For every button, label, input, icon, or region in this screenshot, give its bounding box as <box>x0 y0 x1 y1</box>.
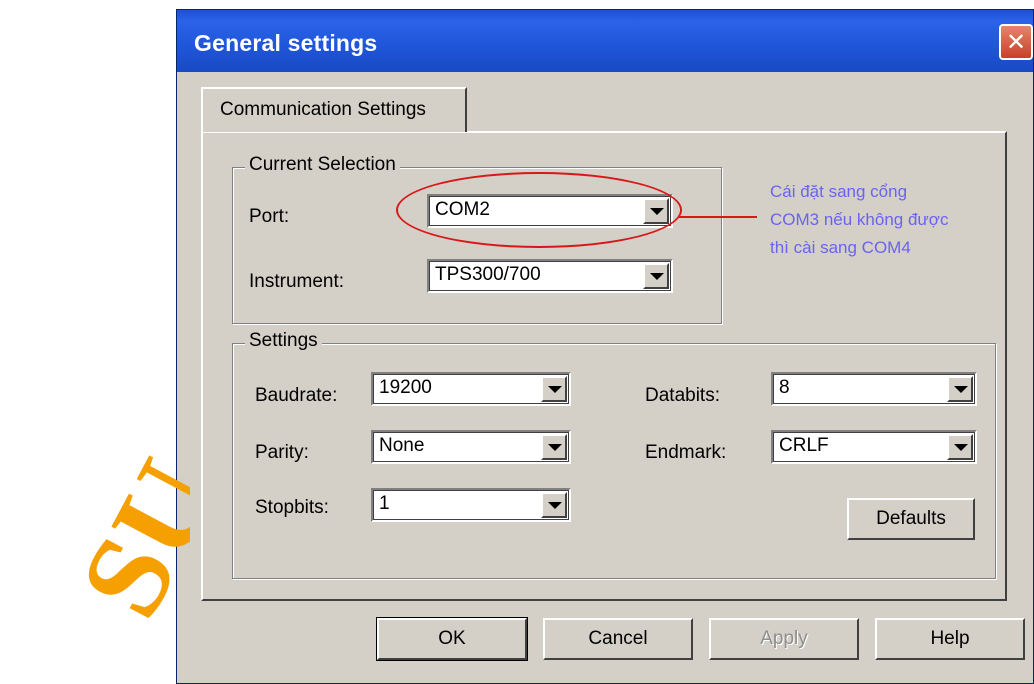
parity-label: Parity: <box>255 442 309 463</box>
databits-dropdown-button[interactable] <box>947 376 973 402</box>
endmark-select[interactable]: CRLF <box>771 430 977 464</box>
databits-select-value: 8 <box>779 377 790 398</box>
baudrate-label: Baudrate: <box>255 385 338 406</box>
port-highlight-ellipse <box>396 172 682 248</box>
annotation-line-1: Cái đặt sang cổng <box>770 182 908 201</box>
endmark-dropdown-button[interactable] <box>947 434 973 460</box>
chevron-down-icon <box>548 502 562 509</box>
watermark-text: SU <box>54 439 190 637</box>
settings-legend: Settings <box>245 330 322 352</box>
endmark-label: Endmark: <box>645 442 727 463</box>
port-label: Port: <box>249 206 290 227</box>
apply-button[interactable]: Apply <box>709 618 859 660</box>
parity-select-value: None <box>379 435 425 456</box>
chevron-down-icon <box>548 386 562 393</box>
chevron-down-icon <box>954 386 968 393</box>
chevron-down-icon <box>954 444 968 451</box>
parity-select[interactable]: None <box>371 430 571 464</box>
stopbits-select-value: 1 <box>379 493 390 514</box>
annotation-line-2: COM3 nếu không được <box>770 210 949 229</box>
stopbits-select[interactable]: 1 <box>371 488 571 522</box>
current-selection-legend: Current Selection <box>245 154 400 176</box>
parity-dropdown-button[interactable] <box>541 434 567 460</box>
close-icon: ✕ <box>1005 28 1027 56</box>
baudrate-select[interactable]: 19200 <box>371 372 571 406</box>
title-bar[interactable]: General settings ✕ <box>177 10 1033 72</box>
baudrate-select-value: 19200 <box>379 377 432 398</box>
annotation-line-3: thì cài sang COM4 <box>770 238 911 257</box>
chevron-down-icon <box>650 273 664 280</box>
instrument-select-value: TPS300/700 <box>435 264 541 285</box>
databits-label: Databits: <box>645 385 720 406</box>
chevron-down-icon <box>548 444 562 451</box>
instrument-dropdown-button[interactable] <box>643 263 669 289</box>
defaults-button[interactable]: Defaults <box>847 498 975 540</box>
window-title: General settings <box>194 30 378 56</box>
endmark-select-value: CRLF <box>779 435 829 456</box>
cancel-button[interactable]: Cancel <box>543 618 693 660</box>
callout-line <box>679 216 757 218</box>
close-button[interactable]: ✕ <box>999 24 1033 60</box>
instrument-label: Instrument: <box>249 271 345 292</box>
tab-label: Communication Settings <box>220 99 426 120</box>
stopbits-label: Stopbits: <box>255 497 329 518</box>
general-settings-dialog: General settings ✕ Communication Setting… <box>176 9 1034 684</box>
instrument-select[interactable]: TPS300/700 <box>427 259 673 293</box>
annotation-note: Cái đặt sang cổng COM3 nếu không được th… <box>770 178 1030 262</box>
stopbits-dropdown-button[interactable] <box>541 492 567 518</box>
ok-button[interactable]: OK <box>376 617 528 661</box>
baudrate-dropdown-button[interactable] <box>541 376 567 402</box>
watermark-logo: SU <box>54 439 190 637</box>
databits-select[interactable]: 8 <box>771 372 977 406</box>
help-button[interactable]: Help <box>875 618 1025 660</box>
tab-communication-settings[interactable]: Communication Settings <box>201 87 467 132</box>
